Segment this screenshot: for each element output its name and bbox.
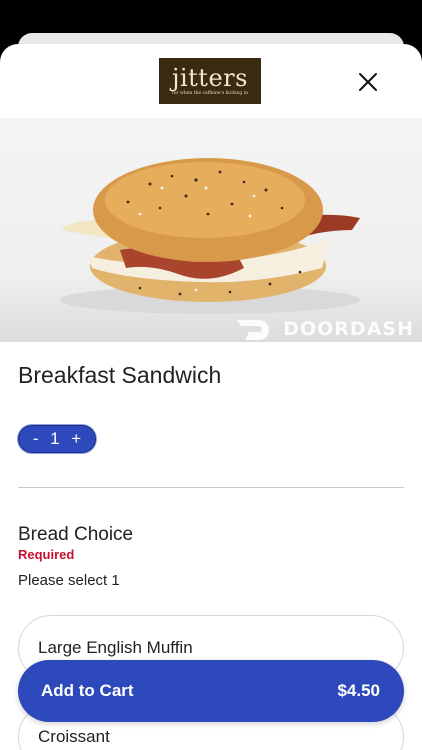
required-label: Required: [18, 547, 75, 562]
add-to-cart-label: Add to Cart: [41, 681, 134, 700]
divider: [18, 487, 404, 488]
selection-note: Please select 1: [18, 572, 120, 589]
logo-tagline: for when the caffeine's kicking in: [172, 91, 248, 96]
logo-text: jitters: [172, 64, 248, 92]
item-title: Breakfast Sandwich: [18, 362, 222, 388]
item-modal: jitters for when the caffeine's kicking …: [0, 44, 422, 750]
section-title: Bread Choice: [18, 524, 134, 545]
quantity-value: 1: [50, 429, 60, 448]
close-button[interactable]: [354, 68, 382, 96]
sandwich-image: [60, 158, 360, 314]
option-label: Large English Muffin: [38, 638, 193, 657]
doordash-watermark: DOORDASH: [235, 318, 414, 340]
option-label: Croissant: [38, 727, 110, 746]
decrease-button[interactable]: -: [33, 429, 39, 449]
store-logo: jitters for when the caffeine's kicking …: [159, 58, 261, 104]
watermark-text: DOORDASH: [283, 318, 414, 340]
item-photo: DOORDASH: [0, 118, 422, 342]
cart-price: $4.50: [337, 681, 380, 700]
quantity-stepper[interactable]: - 1 +: [18, 425, 96, 453]
add-to-cart-button[interactable]: Add to Cart $4.50: [18, 660, 404, 722]
increase-button[interactable]: +: [71, 429, 81, 449]
close-icon: [359, 73, 377, 91]
doordash-logo-icon: [237, 320, 270, 340]
